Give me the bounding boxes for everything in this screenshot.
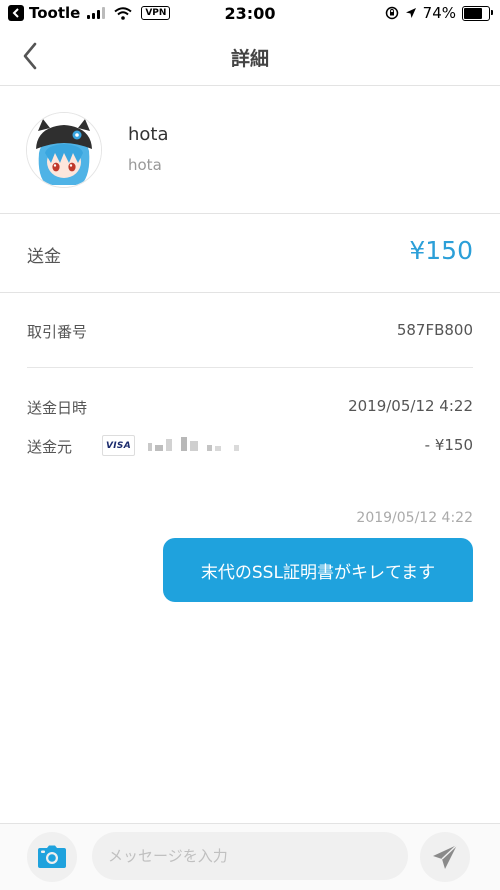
transfer-label: 送金 [27, 247, 61, 267]
profile-section: hota hota [0, 86, 500, 214]
datetime-label: 送金日時 [27, 399, 88, 417]
visa-card-badge: VISA [102, 435, 135, 456]
page-title: 詳細 [230, 48, 269, 70]
avatar[interactable] [26, 112, 102, 188]
camera-icon [38, 845, 66, 868]
divider [27, 367, 473, 368]
message-composer [0, 823, 500, 890]
profile-id: hota [128, 156, 162, 174]
send-button[interactable] [420, 832, 470, 882]
masked-card-number [148, 437, 239, 451]
battery-percent: 74% [422, 4, 456, 22]
transfer-amount: ¥150 [409, 236, 473, 265]
message-bubble: 末代のSSL証明書がキレてます [163, 538, 473, 602]
message-timestamp: 2019/05/12 4:22 [356, 510, 473, 526]
message-input[interactable] [92, 832, 408, 880]
source-amount: - ¥150 [424, 436, 473, 454]
transfer-amount-row: 送金 ¥150 [0, 214, 500, 293]
location-icon [405, 7, 417, 19]
battery-level-fill [464, 7, 482, 19]
datetime-value: 2019/05/12 4:22 [348, 397, 473, 415]
send-icon [433, 844, 458, 869]
status-right: 74% [385, 4, 493, 22]
profile-name: hota [128, 124, 169, 145]
transaction-no-value: 587FB800 [396, 321, 473, 339]
orientation-lock-icon [385, 6, 399, 20]
battery-icon [462, 5, 493, 21]
camera-button[interactable] [27, 832, 77, 882]
message-text: 末代のSSL証明書がキレてます [200, 562, 436, 583]
status-bar: Tootle VPN 23:00 74% [0, 0, 500, 28]
transaction-no-label: 取引番号 [27, 323, 88, 341]
source-label: 送金元 [27, 438, 73, 456]
nav-bar: 詳細 [0, 28, 500, 86]
